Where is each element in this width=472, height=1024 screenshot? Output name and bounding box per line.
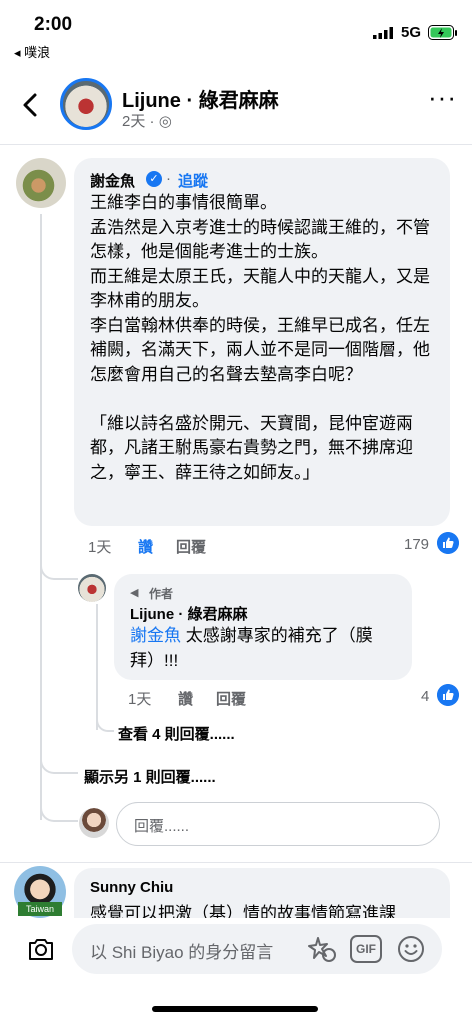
reply-time: 1天 — [128, 691, 152, 708]
status-time: 2:00 — [34, 14, 73, 35]
like-count[interactable]: 179 — [404, 536, 429, 553]
network-type: 5G — [401, 24, 422, 41]
reply-button[interactable]: 回覆 — [216, 688, 246, 709]
reply-author-name[interactable]: Lijune · 綠君麻麻 — [130, 603, 248, 624]
divider — [0, 144, 472, 145]
avatar-frame-badge: Taiwan — [18, 902, 62, 916]
author-label: 作者 — [149, 587, 174, 601]
divider — [0, 862, 472, 863]
mention-link[interactable]: 謝金魚 — [130, 626, 181, 645]
camera-icon[interactable] — [26, 934, 56, 964]
avatar-sticker-icon[interactable] — [306, 933, 338, 965]
thread-line — [40, 214, 42, 820]
home-indicator[interactable] — [152, 1006, 318, 1012]
thread-line — [40, 786, 78, 822]
megaphone-icon: ◀ — [130, 587, 139, 599]
post-time: 2天 · — [122, 113, 159, 130]
comment-text: 感覺可以把激（基）情的故事情節寫進課 — [90, 904, 396, 918]
thumbs-up-icon[interactable] — [437, 532, 459, 554]
verified-badge-icon: ✓ — [146, 171, 162, 187]
author-avatar[interactable] — [78, 574, 106, 602]
like-count[interactable]: 4 — [421, 688, 429, 705]
post-meta: 2天 · ◎ — [122, 110, 172, 131]
emoji-icon[interactable] — [396, 934, 426, 964]
more-options-button[interactable]: ··· — [428, 84, 456, 112]
like-button[interactable]: 讚 — [178, 688, 193, 709]
comment-text: 王維李白的事情很簡單。 孟浩然是入京考進士的時候認識王維的，不管怎樣，他是個能考… — [90, 193, 430, 482]
reply-button[interactable]: 回覆 — [176, 536, 206, 557]
reply-placeholder: 回覆...... — [134, 818, 190, 835]
globe-icon: ◎ — [158, 113, 172, 130]
commenter-name[interactable]: 謝金魚 — [90, 170, 135, 191]
like-button[interactable]: 讚 — [138, 536, 153, 557]
gif-icon[interactable]: GIF — [350, 935, 382, 963]
back-to-app-link[interactable]: ◂ 噗浪 — [14, 42, 50, 61]
follow-button[interactable]: 追蹤 — [178, 170, 208, 191]
current-user-avatar — [79, 808, 109, 838]
page-title[interactable]: Lijune · 綠君麻麻 — [122, 84, 279, 113]
show-more-replies-link[interactable]: 顯示另 1 則回覆...... — [84, 766, 216, 787]
page-avatar[interactable] — [60, 78, 112, 130]
commenter-avatar[interactable] — [16, 158, 66, 208]
thread-line — [40, 548, 78, 580]
commenter-name[interactable]: Sunny Chiu — [90, 879, 173, 896]
comment-placeholder: 以 Shi Biyao 的身分留言 — [90, 943, 274, 962]
signal-icon — [373, 27, 393, 39]
view-more-replies-link[interactable]: 查看 4 則回覆...... — [118, 723, 235, 744]
thread-line — [40, 740, 78, 774]
comment-time: 1天 — [88, 539, 112, 556]
chevron-left-icon[interactable] — [18, 92, 44, 118]
thumbs-up-icon[interactable] — [437, 684, 459, 706]
separator-dot: · — [166, 170, 171, 187]
battery-icon — [428, 25, 457, 40]
thread-line — [96, 700, 114, 732]
reply-text: 謝金魚 太感謝專家的補充了（膜拜）!!! — [130, 624, 400, 673]
